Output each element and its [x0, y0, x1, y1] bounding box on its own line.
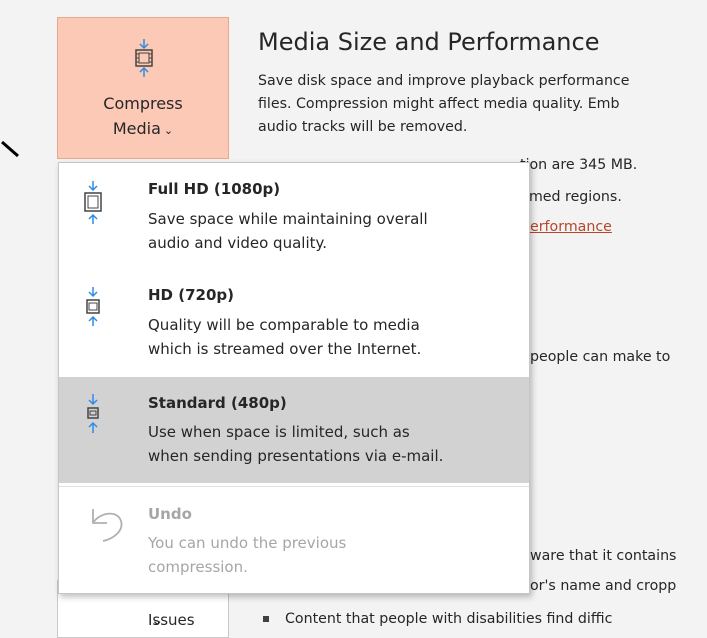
menu-item-standard[interactable]: Standard (480p) Use when space is limite…: [59, 377, 529, 483]
menu-item-desc-line2: which is streamed over the Internet.: [148, 340, 422, 358]
media-size-text: tion are 345 MB.: [520, 157, 638, 173]
menu-item-desc-line1: Use when space is limited, such as: [148, 423, 410, 441]
compress-media-menu: Full HD (1080p) Save space while maintai…: [58, 162, 530, 594]
menu-item-title: Undo: [148, 505, 192, 523]
chevron-down-icon: ⌄: [151, 611, 164, 629]
compress-media-icon: [135, 39, 153, 77]
inspect-text-line1: ware that it contains: [530, 548, 677, 564]
menu-item-desc-line1: Quality will be comparable to media: [148, 316, 420, 334]
menu-item-undo[interactable]: Undo You can undo the previous compressi…: [59, 489, 529, 593]
film-compress-large-icon: [84, 181, 102, 224]
menu-item-hd[interactable]: HD (720p) Quality will be comparable to …: [59, 268, 529, 376]
inspect-text-line2: or's name and cropp: [530, 578, 677, 594]
undo-icon: [92, 509, 123, 542]
section-description: Save disk space and improve playback per…: [258, 73, 630, 135]
menu-item-title: HD (720p): [148, 286, 234, 304]
menu-item-desc-line2: when sending presentations via e-mail.: [148, 447, 444, 465]
optimize-performance-link[interactable]: erformance: [530, 219, 612, 235]
menu-item-desc-line1: You can undo the previous: [148, 534, 347, 552]
permissions-text: people can make to: [530, 349, 671, 365]
menu-divider: [59, 486, 529, 487]
menu-item-full-hd[interactable]: Full HD (1080p) Save space while maintai…: [59, 163, 529, 268]
compress-media-button[interactable]: Compress Media ⌄: [57, 17, 229, 159]
compress-media-label-line1: Compress: [103, 94, 183, 113]
menu-item-title: Standard (480p): [148, 394, 287, 412]
trim-regions-text: nmed regions.: [520, 189, 622, 205]
menu-item-desc-line2: audio and video quality.: [148, 234, 328, 252]
compress-media-label-line2: Media ⌄: [112, 119, 174, 138]
chevron-down-icon: ⌄: [163, 124, 174, 137]
mouse-cursor-icon: [1, 140, 19, 158]
film-compress-small-icon: [87, 394, 99, 433]
menu-item-desc-line1: Save space while maintaining overall: [148, 210, 428, 228]
accessibility-bullet: Content that people with disabilities fi…: [263, 611, 612, 627]
film-compress-medium-icon: [86, 287, 100, 326]
menu-item-title: Full HD (1080p): [148, 180, 281, 198]
section-title: Media Size and Performance: [258, 28, 600, 56]
menu-item-desc-line2: compression.: [148, 558, 248, 576]
bullet-square-icon: [263, 616, 269, 622]
